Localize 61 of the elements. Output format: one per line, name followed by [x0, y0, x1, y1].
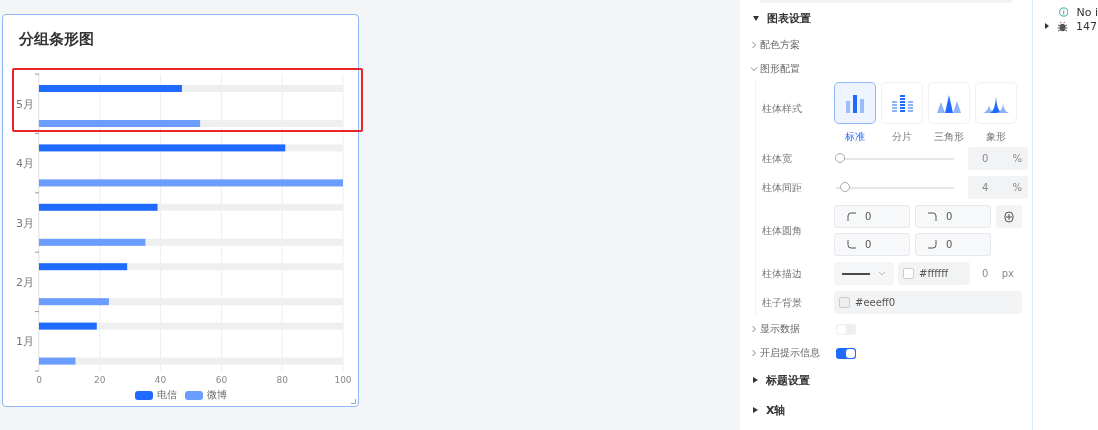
- slider-thumb[interactable]: [839, 181, 850, 192]
- line-style-select[interactable]: [834, 262, 894, 285]
- color-field[interactable]: #ffffff: [898, 262, 970, 285]
- info-icon: [1059, 6, 1069, 18]
- corner-icon: [928, 211, 938, 222]
- legend-swatch: [184, 390, 203, 400]
- tick-label: 80: [276, 375, 288, 385]
- log-text: No i: [1076, 5, 1098, 19]
- radius-field[interactable]: 0: [834, 233, 910, 256]
- bug-icon: [1057, 20, 1068, 32]
- group-title[interactable]: 配色方案: [760, 38, 834, 52]
- section-title[interactable]: 图表设置: [767, 10, 811, 26]
- color-field[interactable]: #eeeff0: [834, 291, 1022, 314]
- link-button[interactable]: [996, 205, 1022, 228]
- radius-field[interactable]: 0: [915, 233, 991, 256]
- radius-field[interactable]: 0: [834, 205, 910, 228]
- tick-label: 0: [36, 375, 42, 385]
- field-label: 柱体间距: [762, 180, 803, 195]
- category-label: 1月: [16, 335, 34, 349]
- option-label: 象形: [986, 130, 1006, 144]
- slider-thumb[interactable]: [835, 152, 845, 163]
- group-title[interactable]: 开启提示信息: [760, 346, 834, 360]
- link-icon: [1004, 210, 1014, 223]
- log-text: 147: [1076, 19, 1097, 33]
- tick-label: 40: [154, 375, 167, 385]
- category-label: 4月: [16, 157, 34, 171]
- section-title[interactable]: X轴: [766, 402, 786, 418]
- corner-icon: [928, 239, 938, 250]
- chart-title: 分组条形图: [18, 29, 95, 50]
- section-title[interactable]: 标题设置: [766, 372, 810, 388]
- resize-handle-icon: [351, 399, 356, 404]
- legend-swatch: [134, 390, 153, 400]
- radius-field[interactable]: 0: [915, 205, 991, 228]
- corner-icon: [847, 239, 857, 250]
- segmented-bars-icon: [889, 93, 915, 113]
- option-label: 标准: [845, 130, 865, 144]
- option-label: 三角形: [934, 130, 964, 144]
- line-style-icon: [842, 271, 870, 276]
- legend-label[interactable]: 电信: [156, 388, 177, 402]
- category-label: 2月: [16, 275, 34, 289]
- corner-icon: [847, 211, 857, 222]
- field-label: 柱子背景: [762, 295, 803, 310]
- category-label: 5月: [16, 97, 34, 111]
- legend-label[interactable]: 微博: [206, 388, 227, 402]
- tick-label: 100: [334, 375, 352, 385]
- group-title[interactable]: 显示数据: [760, 322, 834, 336]
- field-label: 柱体样式: [762, 102, 803, 116]
- caret-icon[interactable]: [1045, 23, 1049, 29]
- tick-label: 60: [215, 375, 228, 385]
- category-label: 3月: [16, 216, 34, 230]
- bar-chart-icon: [844, 93, 866, 113]
- toggle-switch[interactable]: [836, 347, 856, 359]
- chevron-icon: [878, 270, 886, 277]
- field-label: 柱体圆角: [762, 223, 803, 238]
- style-option[interactable]: [834, 82, 876, 124]
- field-label: 柱体描边: [762, 266, 803, 281]
- group-title[interactable]: 图形配置: [760, 62, 834, 76]
- field-label: 柱体宽: [762, 151, 793, 166]
- option-label: 分片: [892, 130, 912, 144]
- tick-label: 20: [94, 375, 106, 385]
- number-field[interactable]: 0 px: [974, 262, 1018, 285]
